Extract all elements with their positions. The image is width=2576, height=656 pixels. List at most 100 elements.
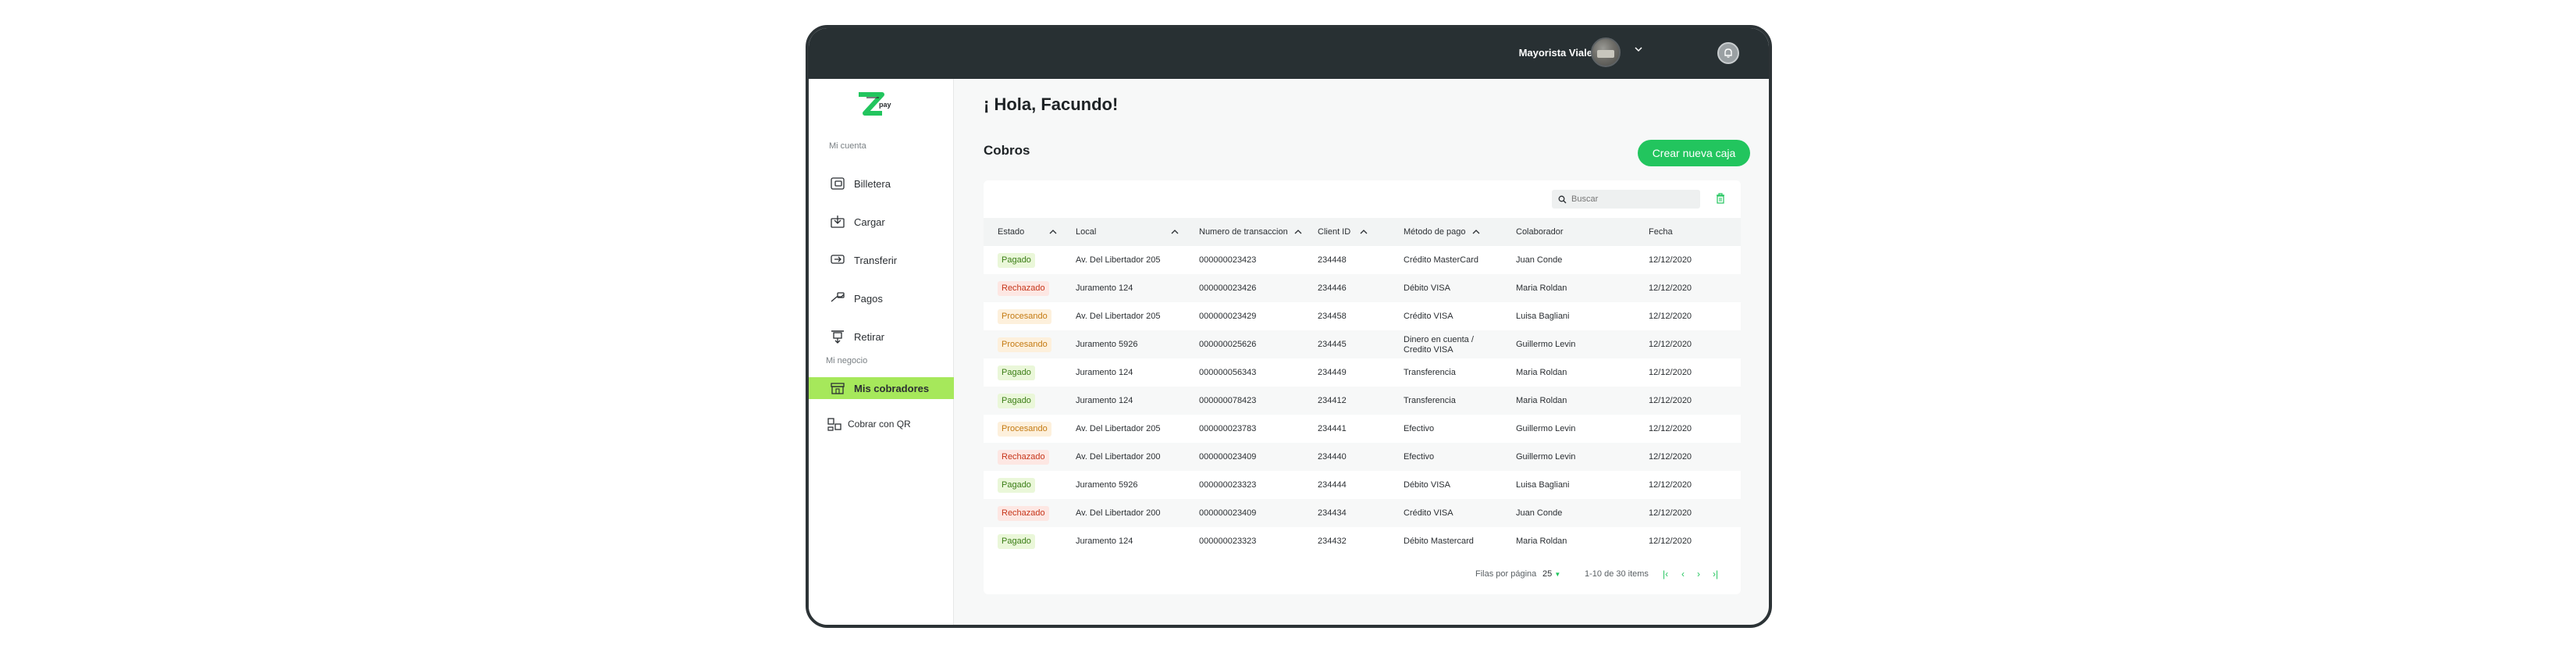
cell-colaborador: Luisa Bagliani xyxy=(1516,312,1570,321)
cell-metodo: Débito Mastercard xyxy=(1404,537,1474,546)
sidebar-item-mis-cobradores[interactable]: Mis cobradores xyxy=(809,377,954,399)
cell-metodo: Dinero en cuenta / Credito VISA xyxy=(1404,335,1474,355)
table-row[interactable]: Rechazado Juramento 124 000000023426 234… xyxy=(984,274,1741,302)
avatar[interactable] xyxy=(1591,37,1621,67)
column-header-colaborador[interactable]: Colaborador xyxy=(1516,227,1564,237)
table-row[interactable]: Pagado Juramento 124 000000056343 234449… xyxy=(984,358,1741,387)
load-icon xyxy=(831,216,845,228)
bell-icon xyxy=(1724,48,1732,58)
prev-page-icon[interactable]: ‹ xyxy=(1681,569,1685,579)
cell-client-id: 234448 xyxy=(1318,255,1347,265)
cell-transaccion: 000000078423 xyxy=(1199,396,1257,405)
cell-metodo: Efectivo xyxy=(1404,452,1435,462)
payments-table-card: Estado Local Numero de transaccion Clien… xyxy=(984,180,1741,594)
search-icon xyxy=(1558,195,1567,203)
top-bar: Mayorista Viale xyxy=(809,28,1769,79)
cell-metodo: Transferencia xyxy=(1404,368,1456,377)
table-row[interactable]: Pagado Juramento 124 000000078423 234412… xyxy=(984,387,1741,415)
table-row[interactable]: Pagado Juramento 124 000000023323 234432… xyxy=(984,527,1741,555)
cell-colaborador: Guillermo Levin xyxy=(1516,452,1576,462)
sort-icon[interactable] xyxy=(1472,229,1480,235)
cell-fecha: 12/12/2020 xyxy=(1649,283,1692,293)
cell-local: Av. Del Libertador 205 xyxy=(1076,255,1161,265)
chevron-down-icon[interactable] xyxy=(1635,45,1642,53)
cell-colaborador: Juan Conde xyxy=(1516,255,1563,265)
table-row[interactable]: Pagado Av. Del Libertador 205 0000000234… xyxy=(984,246,1741,274)
status-badge: Pagado xyxy=(998,365,1035,380)
logo-text: pay xyxy=(879,101,891,109)
table-row[interactable]: Procesando Av. Del Libertador 205 000000… xyxy=(984,302,1741,330)
table-row[interactable]: Procesando Juramento 5926 000000025626 2… xyxy=(984,330,1741,358)
cell-fecha: 12/12/2020 xyxy=(1649,452,1692,462)
sidebar-item-cargar[interactable]: Cargar xyxy=(809,211,954,233)
rows-per-page-select[interactable]: 25 ▼ xyxy=(1542,569,1560,579)
sidebar-item-label: Pagos xyxy=(854,292,883,305)
column-header-metodo[interactable]: Método de pago xyxy=(1404,227,1466,237)
sidebar-item-label: Transferir xyxy=(854,254,898,266)
cell-metodo: Débito VISA xyxy=(1404,283,1450,293)
status-badge: Rechazado xyxy=(998,281,1049,296)
sidebar-item-transferir[interactable]: Transferir xyxy=(809,249,954,271)
main-content: ¡ Hola, Facundo! Cobros Crear nueva caja… xyxy=(954,79,1769,625)
search-box[interactable] xyxy=(1552,190,1700,209)
sort-icon[interactable] xyxy=(1360,229,1368,235)
rows-per-page-label: Filas por página xyxy=(1475,569,1537,579)
table-row[interactable]: Pagado Juramento 5926 000000023323 23444… xyxy=(984,471,1741,499)
column-header-local[interactable]: Local xyxy=(1076,227,1096,237)
logo: pay xyxy=(856,91,904,118)
search-input[interactable] xyxy=(1571,194,1688,204)
cell-client-id: 234432 xyxy=(1318,537,1347,546)
cell-metodo: Transferencia xyxy=(1404,396,1456,405)
status-badge: Procesando xyxy=(998,422,1051,437)
cell-colaborador: Guillermo Levin xyxy=(1516,424,1576,433)
status-badge: Pagado xyxy=(998,534,1035,549)
table-row[interactable]: Rechazado Av. Del Libertador 200 0000000… xyxy=(984,499,1741,527)
sidebar-item-billetera[interactable]: Billetera xyxy=(809,173,954,194)
cell-local: Av. Del Libertador 200 xyxy=(1076,508,1161,518)
sort-icon[interactable] xyxy=(1171,229,1179,235)
sidebar-item-pagos[interactable]: Pagos xyxy=(809,287,954,309)
next-page-icon[interactable]: › xyxy=(1697,569,1700,579)
cell-fecha: 12/12/2020 xyxy=(1649,368,1692,377)
notification-button[interactable] xyxy=(1717,42,1739,64)
column-header-transaccion[interactable]: Numero de transaccion xyxy=(1199,227,1288,237)
cell-metodo: Efectivo xyxy=(1404,424,1435,433)
column-header-estado[interactable]: Estado xyxy=(998,227,1024,237)
cell-local: Juramento 5926 xyxy=(1076,340,1138,349)
cell-metodo: Débito VISA xyxy=(1404,480,1450,490)
create-cash-register-button[interactable]: Crear nueva caja xyxy=(1638,140,1750,166)
cell-colaborador: Guillermo Levin xyxy=(1516,340,1576,349)
cell-colaborador: Luisa Bagliani xyxy=(1516,480,1570,490)
status-badge: Rechazado xyxy=(998,450,1049,465)
cell-fecha: 12/12/2020 xyxy=(1649,424,1692,433)
first-page-icon[interactable]: |‹ xyxy=(1663,569,1668,579)
table-row[interactable]: Procesando Av. Del Libertador 205 000000… xyxy=(984,415,1741,443)
cell-local: Juramento 124 xyxy=(1076,396,1133,405)
cell-fecha: 12/12/2020 xyxy=(1649,480,1692,490)
sort-icon[interactable] xyxy=(1294,229,1302,235)
table-row[interactable]: Rechazado Av. Del Libertador 200 0000000… xyxy=(984,443,1741,471)
section-label-account: Mi cuenta xyxy=(829,141,866,151)
column-header-fecha[interactable]: Fecha xyxy=(1649,227,1673,237)
trash-icon[interactable] xyxy=(1716,193,1725,204)
cell-client-id: 234444 xyxy=(1318,480,1347,490)
last-page-icon[interactable]: ›| xyxy=(1713,569,1718,579)
sort-icon[interactable] xyxy=(1049,229,1057,235)
sidebar-item-retirar[interactable]: Retirar xyxy=(809,326,954,348)
qr-icon xyxy=(827,418,841,431)
column-header-client-id[interactable]: Client ID xyxy=(1318,227,1350,237)
cell-fecha: 12/12/2020 xyxy=(1649,396,1692,405)
cell-local: Av. Del Libertador 205 xyxy=(1076,424,1161,433)
cell-colaborador: Juan Conde xyxy=(1516,508,1563,518)
section-title: Cobros xyxy=(984,143,1030,158)
rows-per-page-value: 25 xyxy=(1542,569,1553,579)
sidebar-item-label: Cobrar con QR xyxy=(848,419,911,430)
page-title: ¡ Hola, Facundo! xyxy=(984,94,1119,114)
sidebar-item-cobrar-con-qr[interactable]: Cobrar con QR xyxy=(809,413,954,435)
user-name: Mayorista Viale xyxy=(1518,47,1592,59)
sidebar-item-label: Retirar xyxy=(854,330,885,343)
status-badge: Procesando xyxy=(998,337,1051,352)
caret-down-icon: ▼ xyxy=(1554,571,1561,578)
status-badge: Procesando xyxy=(998,309,1051,324)
cell-transaccion: 000000023323 xyxy=(1199,537,1257,546)
